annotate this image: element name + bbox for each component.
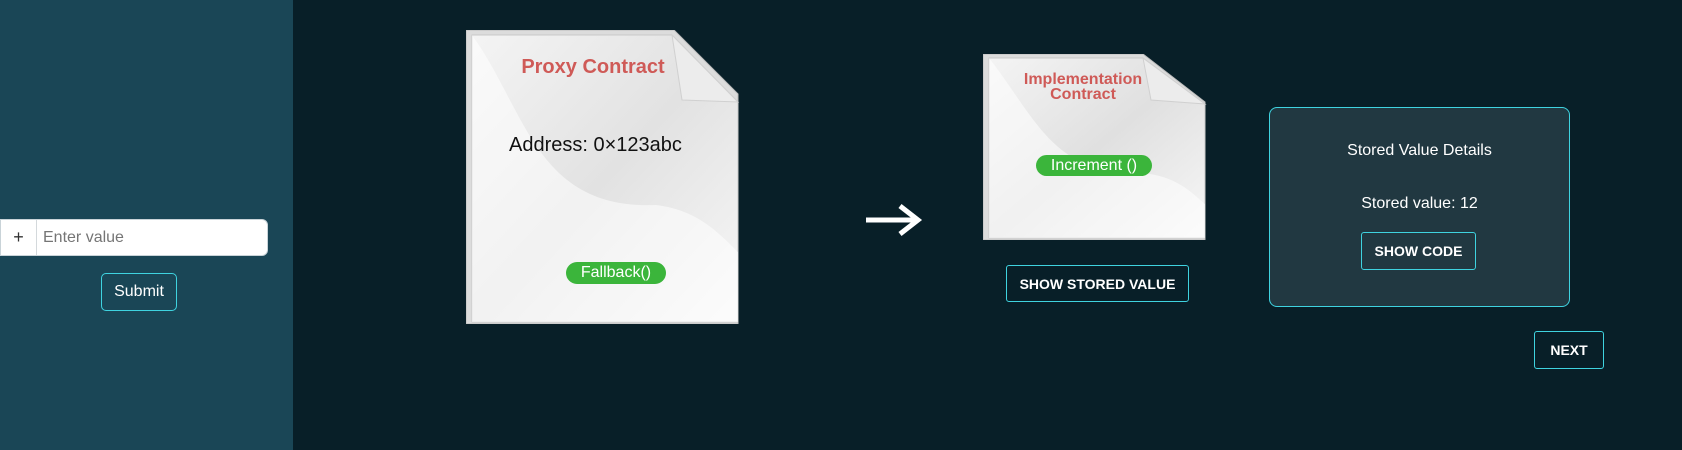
show-stored-value-button[interactable]: SHOW STORED VALUE (1006, 265, 1189, 302)
proxy-contract-card: Proxy Contract Address: 0×123abc Fallbac… (466, 30, 758, 324)
show-code-button[interactable]: SHOW CODE (1361, 232, 1476, 270)
implementation-contract-title: Implementation Contract (983, 71, 1183, 103)
increment-button[interactable]: Increment () (1036, 155, 1152, 176)
plus-icon: + (1, 220, 37, 255)
details-title: Stored Value Details (1347, 142, 1492, 159)
implementation-title-line2: Contract (1050, 86, 1116, 103)
proxy-contract-title: Proxy Contract (521, 56, 665, 78)
stored-value-details-card: Stored Value Details Stored value: 12 (1269, 107, 1570, 307)
implementation-contract-card: Implementation Contract Increment () (983, 54, 1207, 240)
fallback-button[interactable]: Fallback() (566, 262, 666, 284)
proxy-address: Address: 0×123abc (509, 134, 682, 156)
sidebar: + Submit (0, 0, 293, 450)
value-input-group: + (0, 219, 268, 256)
value-input[interactable] (37, 220, 267, 255)
next-button[interactable]: NEXT (1534, 331, 1604, 369)
right-arrow-icon (866, 204, 923, 236)
stored-value-text: Stored value: 12 (1361, 195, 1478, 212)
implementation-title-line1: Implementation (1023, 71, 1143, 88)
submit-button[interactable]: Submit (101, 273, 177, 311)
